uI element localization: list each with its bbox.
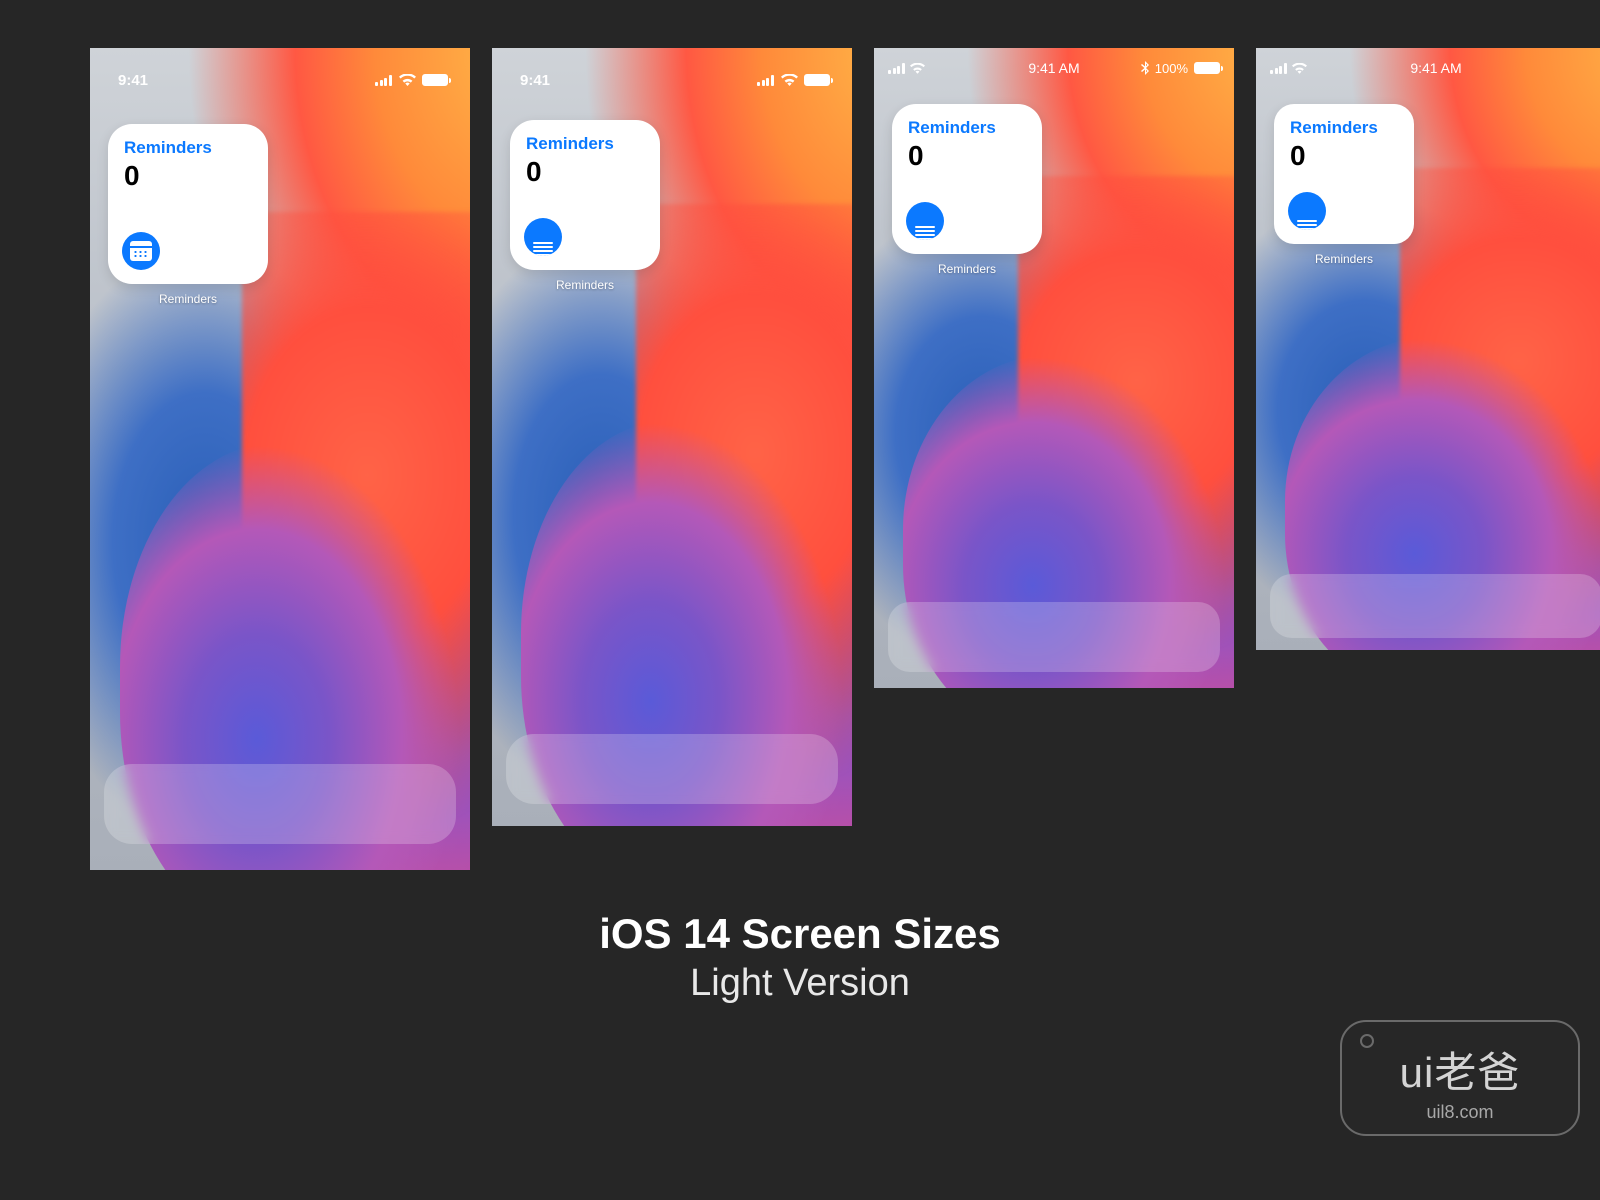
battery-percent: 100% — [1155, 61, 1188, 76]
widget-label: Reminders — [510, 278, 660, 292]
caption-subtitle: Light Version — [0, 962, 1600, 1005]
widget-count: 0 — [908, 140, 1026, 172]
status-time: 9:41 AM — [1028, 60, 1079, 76]
status-time: 9:41 — [118, 72, 148, 89]
caption-title: iOS 14 Screen Sizes — [0, 910, 1600, 958]
battery-icon — [1194, 62, 1220, 74]
wifi-icon — [1292, 63, 1307, 74]
wifi-icon — [399, 74, 416, 86]
reminders-widget[interactable]: Reminders 0 — [108, 124, 268, 284]
wifi-icon — [910, 63, 925, 74]
phone-mockup-3: 9:41 AM 100% Reminders 0 Reminders — [874, 48, 1234, 688]
cellular-signal-icon — [757, 75, 775, 86]
battery-icon — [422, 74, 448, 86]
status-bar: 9:41 — [90, 48, 470, 98]
widget-title: Reminders — [124, 138, 252, 158]
caption: iOS 14 Screen Sizes Light Version — [0, 910, 1600, 1005]
dock[interactable] — [888, 602, 1220, 672]
widget-count: 0 — [526, 156, 644, 188]
cellular-signal-icon — [1270, 63, 1288, 74]
status-bar: 9:41 — [492, 48, 852, 98]
status-bar: 9:41 AM — [1256, 48, 1600, 82]
dock[interactable] — [104, 764, 456, 844]
widget-label: Reminders — [892, 262, 1042, 276]
status-time: 9:41 — [520, 72, 550, 89]
phone-mockups-row: 9:41 Reminders 0 Reminders — [0, 0, 1600, 870]
watermark-badge: ui老爸 uil8.com — [1340, 1020, 1580, 1136]
bluetooth-icon — [1141, 61, 1149, 75]
cellular-signal-icon — [375, 75, 393, 86]
phone-mockup-4: 9:41 AM Reminders 0 Reminders — [1256, 48, 1600, 650]
dock[interactable] — [1270, 574, 1600, 638]
battery-icon — [804, 74, 830, 86]
widget-count: 0 — [124, 160, 252, 192]
reminders-app-icon — [906, 202, 944, 240]
reminders-app-icon — [1288, 192, 1326, 230]
watermark-text: ui老爸 — [1400, 1039, 1521, 1100]
cellular-signal-icon — [888, 63, 906, 74]
widget-title: Reminders — [1290, 118, 1398, 138]
widget-title: Reminders — [908, 118, 1026, 138]
wifi-icon — [781, 74, 798, 86]
reminders-widget[interactable]: Reminders 0 — [892, 104, 1042, 254]
widget-label: Reminders — [108, 292, 268, 306]
watermark-url: uil8.com — [1426, 1102, 1493, 1123]
reminders-app-icon — [524, 218, 562, 256]
phone-mockup-1: 9:41 Reminders 0 Reminders — [90, 48, 470, 870]
widget-title: Reminders — [526, 134, 644, 154]
reminders-widget[interactable]: Reminders 0 — [1274, 104, 1414, 244]
status-bar: 9:41 AM 100% — [874, 48, 1234, 82]
widget-label: Reminders — [1274, 252, 1414, 266]
widget-container: Reminders 0 Reminders — [892, 104, 1042, 276]
status-time: 9:41 AM — [1410, 60, 1461, 76]
widget-count: 0 — [1290, 140, 1398, 172]
reminders-widget[interactable]: Reminders 0 — [510, 120, 660, 270]
widget-container: Reminders 0 Reminders — [1274, 104, 1414, 266]
phone-mockup-2: 9:41 Reminders 0 Reminders — [492, 48, 852, 826]
widget-container: Reminders 0 Reminders — [108, 124, 268, 306]
reminders-app-icon — [122, 232, 160, 270]
widget-container: Reminders 0 Reminders — [510, 120, 660, 292]
dock[interactable] — [506, 734, 838, 804]
